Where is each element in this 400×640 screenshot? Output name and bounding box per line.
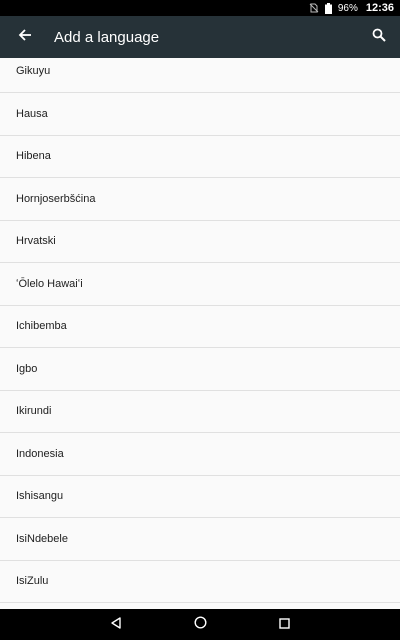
nav-home-button[interactable]: [158, 609, 242, 640]
language-list-item[interactable]: Gikuyu: [0, 58, 400, 92]
no-sim-icon: [309, 3, 319, 13]
language-list-item[interactable]: Hausa: [0, 93, 400, 135]
language-list-item[interactable]: Hibena: [0, 135, 400, 177]
nav-back-button[interactable]: [74, 609, 158, 640]
clock: 12:36: [365, 2, 394, 14]
list-divider: [0, 602, 400, 603]
language-list-item[interactable]: Igbo: [0, 348, 400, 390]
app-bar: Add a language: [0, 16, 400, 58]
language-list-item[interactable]: ʻŌlelo Hawaiʻi: [0, 263, 400, 305]
navigation-bar: [0, 609, 400, 640]
nav-recents-button[interactable]: [242, 609, 326, 640]
search-button[interactable]: [358, 16, 400, 58]
battery-icon: [324, 2, 332, 14]
triangle-back-icon: [110, 616, 122, 634]
language-list-item[interactable]: Ishisangu: [0, 475, 400, 517]
language-list-item[interactable]: IsiZulu: [0, 560, 400, 602]
language-list: Gikuyu Hausa Hibena Hornjoserbšćina Hrvatski…: [0, 58, 400, 609]
status-bar: 96% 12:36: [0, 0, 400, 16]
language-list-item[interactable]: Hornjoserbšćina: [0, 178, 400, 220]
page-title: Add a language: [54, 28, 160, 46]
language-list-item[interactable]: Ikirundi: [0, 390, 400, 432]
language-list-item[interactable]: Hrvatski: [0, 220, 400, 262]
language-list-item[interactable]: Indonesia: [0, 433, 400, 475]
language-list-item[interactable]: IsiNdebele: [0, 518, 400, 560]
square-recents-icon: [278, 616, 290, 634]
back-button[interactable]: [0, 16, 50, 58]
search-icon: [372, 28, 386, 47]
circle-home-icon: [193, 615, 207, 634]
arrow-back-icon: [18, 28, 32, 47]
language-list-item[interactable]: Ichibemba: [0, 305, 400, 347]
battery-percent: 96%: [337, 2, 358, 14]
